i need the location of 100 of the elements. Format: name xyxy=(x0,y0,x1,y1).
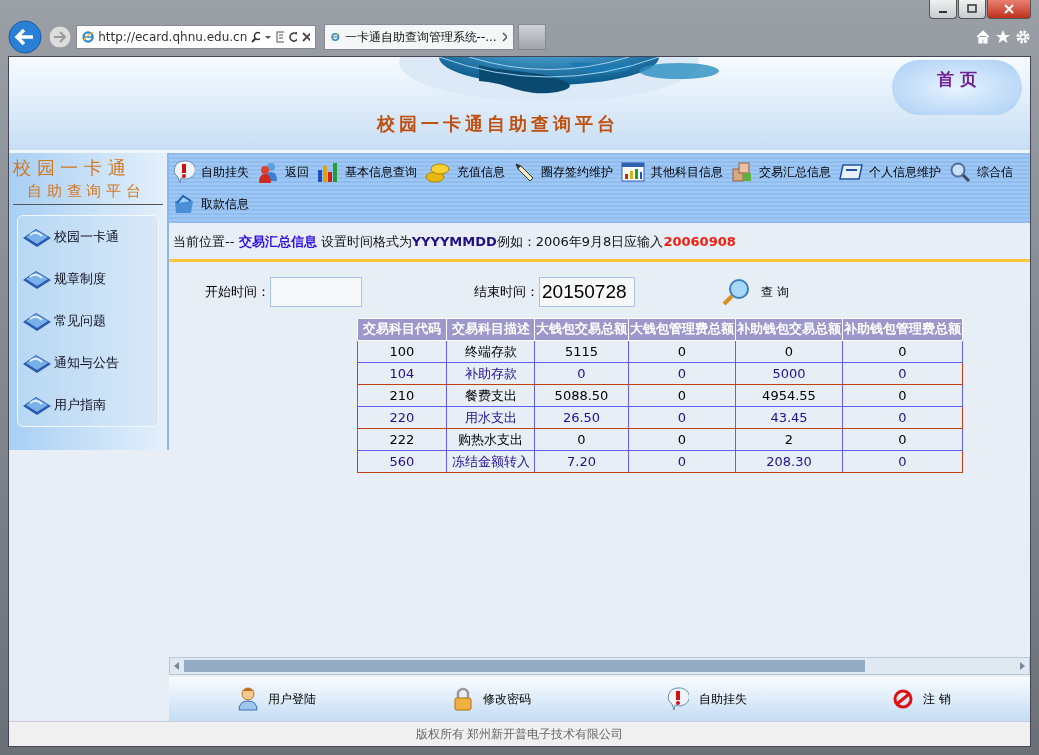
table-cell: 补助存款 xyxy=(446,362,535,385)
alert-icon xyxy=(667,687,690,711)
table-cell: 0 xyxy=(628,340,736,363)
column-header: 大钱包管理费总额 xyxy=(628,318,736,341)
field-label: 开始时间： xyxy=(205,283,270,301)
sidebar-link[interactable]: 校园一卡通 xyxy=(54,228,119,246)
settings-icon[interactable] xyxy=(1015,29,1031,45)
table-cell: 0 xyxy=(628,450,736,473)
toolbar-button[interactable]: 取款信息 xyxy=(173,189,249,219)
table-cell: 26.50 xyxy=(534,406,629,429)
close-icon xyxy=(1004,4,1014,14)
stop-icon[interactable] xyxy=(300,31,310,43)
new-tab-button[interactable] xyxy=(518,24,546,50)
sidebar-link[interactable]: 常见问题 xyxy=(54,312,106,330)
coins-icon xyxy=(425,161,451,183)
table-cell: 220 xyxy=(357,406,447,429)
window-chart-icon xyxy=(621,162,645,182)
table-cell: 100 xyxy=(357,340,447,363)
minimize-button[interactable] xyxy=(929,0,957,19)
browser-logo-icon xyxy=(82,29,95,45)
table-cell: 43.45 xyxy=(735,406,843,429)
toolbar-button[interactable]: 其他科目信息 xyxy=(621,157,723,187)
toolbar-button[interactable]: 返回 xyxy=(257,157,309,187)
user-icon xyxy=(237,687,258,711)
minimize-icon xyxy=(939,11,947,13)
refresh-icon[interactable] xyxy=(287,31,297,43)
column-header: 大钱包交易总额 xyxy=(534,318,629,341)
sidebar-link[interactable]: 用户指南 xyxy=(54,396,106,414)
table-cell: 0 xyxy=(628,384,736,407)
toolbar-button[interactable]: 个人信息维护 xyxy=(839,157,941,187)
column-header: 补助钱包管理费总额 xyxy=(842,318,963,341)
table-cell: 0 xyxy=(842,384,963,407)
book-icon xyxy=(22,310,52,332)
users-icon xyxy=(257,161,279,183)
maximize-button[interactable] xyxy=(958,0,986,19)
table-cell: 0 xyxy=(628,362,736,385)
search-icon[interactable] xyxy=(251,31,261,43)
table-cell: 5088.50 xyxy=(534,384,629,407)
home-link[interactable]: 首 页 xyxy=(892,60,1022,115)
toolbar-button[interactable]: 综合信 xyxy=(949,157,1013,187)
book-icon xyxy=(22,352,52,374)
toolbar-button[interactable]: 充值信息 xyxy=(425,157,505,187)
browser-tab[interactable]: 一卡通自助查询管理系统--... xyxy=(324,24,514,50)
field-label: 结束时间： xyxy=(474,283,539,301)
table-cell: 0 xyxy=(842,362,963,385)
no-entry-icon xyxy=(893,689,914,709)
favorites-star-icon[interactable] xyxy=(995,29,1011,45)
forward-button[interactable] xyxy=(48,25,72,49)
table-cell: 208.30 xyxy=(735,450,843,473)
table-cell: 0 xyxy=(628,406,736,429)
bar-chart-icon xyxy=(317,162,339,182)
table-cell: 0 xyxy=(735,340,843,363)
table-cell: 冻结金额转入 xyxy=(446,450,535,473)
table-cell: 5115 xyxy=(534,340,629,363)
address-bar[interactable]: http://ecard.qhnu.edu.cn xyxy=(76,25,316,49)
footer-button[interactable]: 注 销 xyxy=(814,689,1030,709)
sidebar-title: 校 园 一 卡 通 xyxy=(12,156,127,180)
sidebar-link[interactable]: 通知与公告 xyxy=(54,354,119,372)
table-cell: 终端存款 xyxy=(446,340,535,363)
table-cell: 0 xyxy=(842,428,963,451)
back-button[interactable] xyxy=(8,20,42,54)
start-time-field[interactable] xyxy=(270,277,362,307)
table-cell: 7.20 xyxy=(534,450,629,473)
site-title: 校园一卡通自助查询平台 xyxy=(377,112,619,136)
table-cell: 0 xyxy=(628,428,736,451)
toolbar-button[interactable]: 自助挂失 xyxy=(173,157,249,187)
close-tab-icon[interactable] xyxy=(501,32,507,42)
footer-button[interactable]: 自助挂失 xyxy=(599,687,815,711)
card-icon xyxy=(839,163,863,181)
book-icon xyxy=(22,394,52,416)
magnifier-icon xyxy=(721,277,751,307)
table-cell: 560 xyxy=(357,450,447,473)
toolbar-button[interactable]: 交易汇总信息 xyxy=(731,157,831,187)
home-icon[interactable] xyxy=(975,29,991,45)
table-cell: 用水支出 xyxy=(446,406,535,429)
column-header: 交易科目代码 xyxy=(357,318,447,341)
sidebar-subtitle: 自 助 查 询 平 台 xyxy=(13,180,163,205)
table-cell: 0 xyxy=(534,428,629,451)
pen-icon xyxy=(513,161,535,183)
column-header: 交易科目描述 xyxy=(446,318,535,341)
scrollbar-thumb[interactable] xyxy=(184,660,866,672)
alert-icon xyxy=(173,160,195,184)
footer-button[interactable]: 用户登陆 xyxy=(169,687,385,711)
query-button[interactable]: 查 询 xyxy=(721,277,789,307)
table-cell: 5000 xyxy=(735,362,843,385)
boxes-icon xyxy=(731,161,753,183)
table-cell: 0 xyxy=(534,362,629,385)
book-icon xyxy=(22,226,52,248)
end-time-field[interactable]: 20150728 xyxy=(539,277,635,307)
sidebar-link[interactable]: 规章制度 xyxy=(54,270,106,288)
copyright-text: 版权所有 郑州新开普电子技术有限公司 xyxy=(415,725,624,743)
location-text: 当前位置-- 交易汇总信息 设置时间格式为YYYYMMDD例如：2006年9月8日应输入20060908 xyxy=(172,233,737,251)
table-cell: 4954.55 xyxy=(735,384,843,407)
table-cell: 104 xyxy=(357,362,447,385)
column-header: 补助钱包交易总额 xyxy=(735,318,843,341)
horizontal-scrollbar[interactable] xyxy=(169,657,1030,675)
footer-button[interactable]: 修改密码 xyxy=(384,687,600,711)
toolbar-button[interactable]: 圈存签约维护 xyxy=(513,157,613,187)
toolbar-button[interactable]: 基本信息查询 xyxy=(317,157,417,187)
close-button[interactable] xyxy=(987,0,1031,19)
